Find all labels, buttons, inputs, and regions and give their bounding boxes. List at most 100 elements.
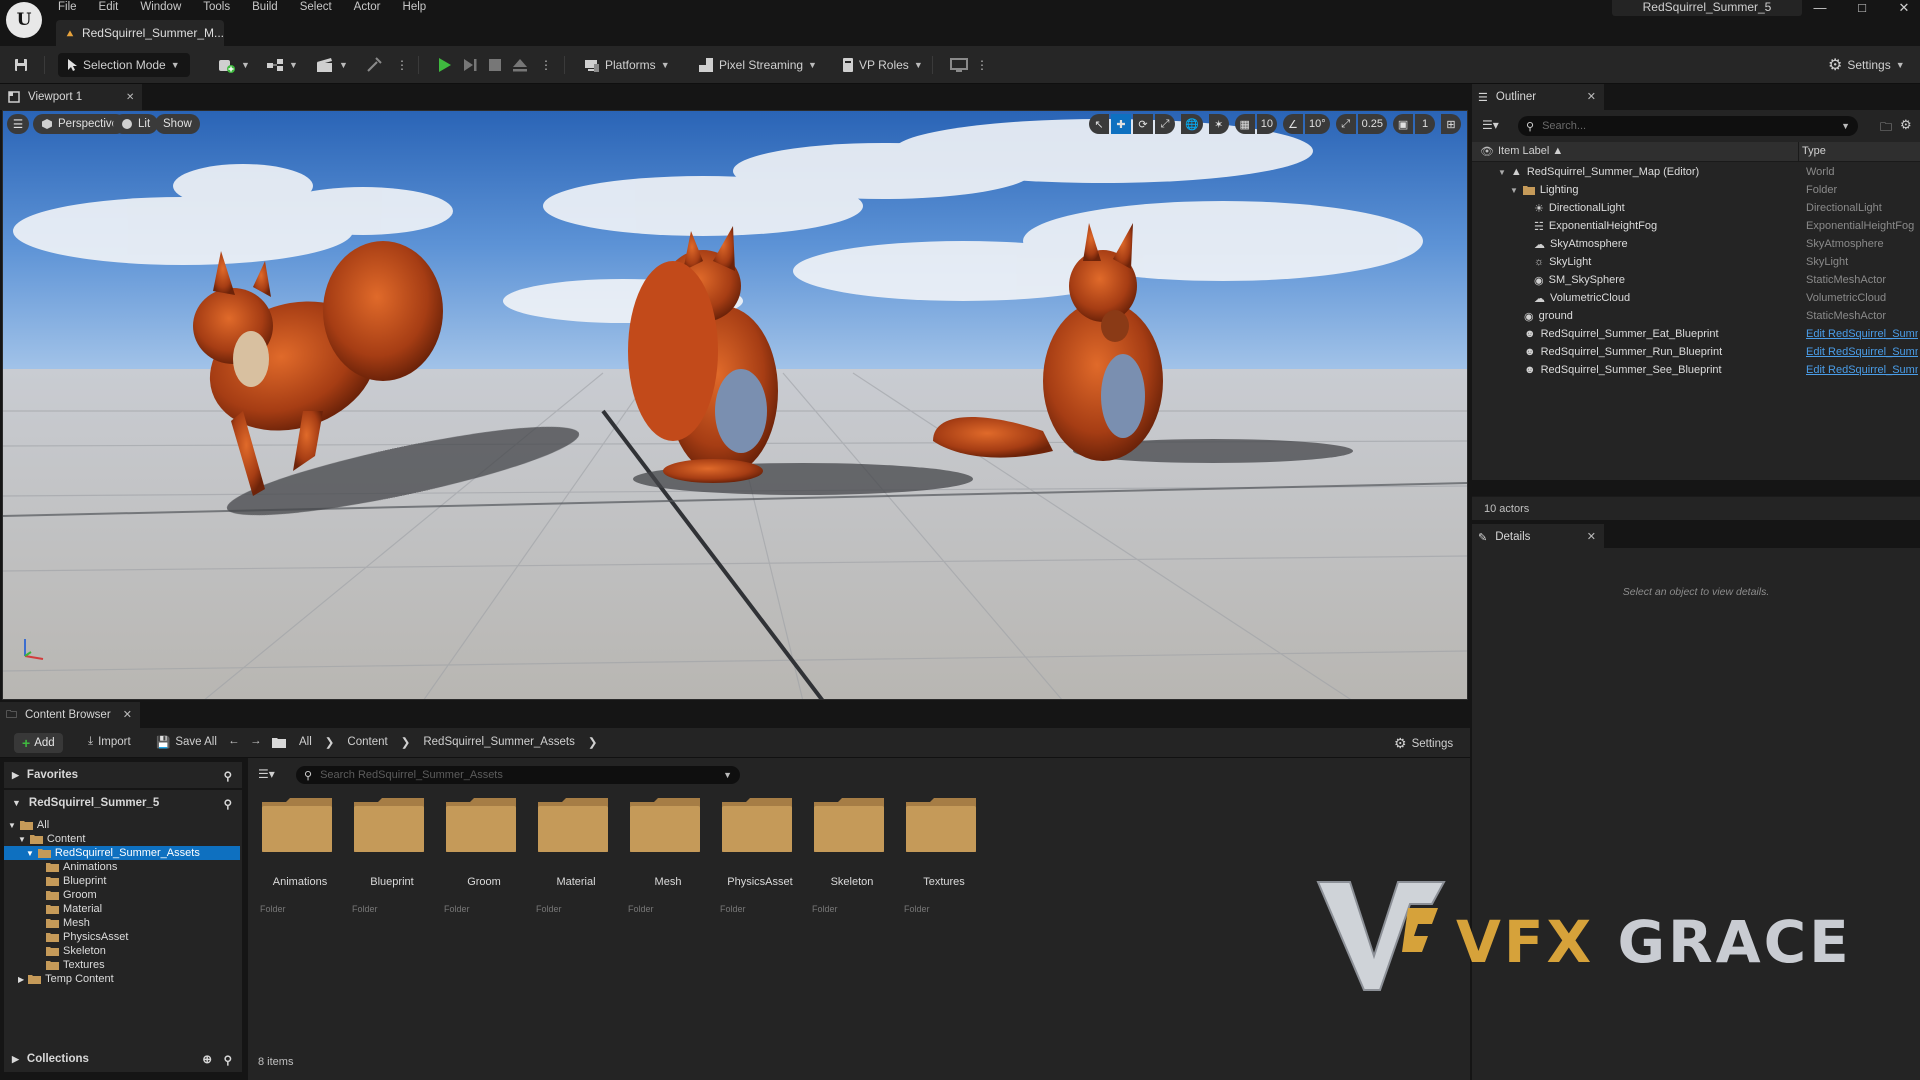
layout-icon[interactable]: ⊞ bbox=[1441, 114, 1462, 134]
tree-item-animations[interactable]: Animations bbox=[4, 860, 240, 874]
grid-snap-value[interactable]: 10 bbox=[1256, 114, 1277, 134]
pixel-streaming-dropdown[interactable]: Pixel Streaming ▼ bbox=[698, 53, 817, 77]
rotate-icon[interactable]: ⟳ bbox=[1133, 114, 1153, 134]
lit-button[interactable]: Lit bbox=[113, 114, 159, 134]
modeling-tools-button[interactable] bbox=[366, 53, 382, 77]
close-icon[interactable]: ✕ bbox=[123, 708, 132, 721]
search-icon[interactable]: ⚲ bbox=[224, 797, 232, 811]
favorites-section[interactable]: ▶ Favorites ⚲ bbox=[4, 762, 242, 788]
more-options-icon[interactable]: ⋮ bbox=[396, 53, 408, 77]
outliner-row[interactable]: ☁ VolumetricCloud VolumetricCloud bbox=[1472, 289, 1920, 307]
camera-speed-icon[interactable]: ▣ bbox=[1393, 114, 1414, 134]
folder-tile[interactable]: Groom Folder bbox=[444, 796, 524, 916]
outliner-tab[interactable]: ☰ Outliner ✕ bbox=[1472, 84, 1604, 110]
minimize-icon[interactable]: — bbox=[1812, 0, 1828, 16]
vp-roles-dropdown[interactable]: VP Roles ▼ bbox=[842, 53, 923, 77]
project-section[interactable]: ▼ RedSquirrel_Summer_5 ⚲ bbox=[4, 790, 242, 816]
tree-item-groom[interactable]: Groom bbox=[4, 888, 240, 902]
outliner-row[interactable]: ◉ ground StaticMeshActor bbox=[1472, 307, 1920, 325]
tree-item-mesh[interactable]: Mesh bbox=[4, 916, 240, 930]
outliner-row[interactable]: ▼ Lighting Folder bbox=[1472, 181, 1920, 199]
maximize-icon[interactable]: □ bbox=[1854, 0, 1870, 16]
translate-icon[interactable]: ✚ bbox=[1111, 114, 1131, 134]
tree-item-blueprint[interactable]: Blueprint bbox=[4, 874, 240, 888]
select-mode-icon[interactable]: ↖ bbox=[1089, 114, 1109, 134]
collections-section[interactable]: ▶ Collections ⊕ ⚲ bbox=[4, 1046, 242, 1072]
breadcrumb-content[interactable]: Content bbox=[347, 736, 387, 748]
tree-item-textures[interactable]: Textures bbox=[4, 958, 240, 972]
outliner-search-input[interactable]: ⚲ Search... ▼ bbox=[1518, 116, 1858, 136]
eject-button[interactable] bbox=[512, 53, 528, 77]
rotation-snap-value[interactable]: 10° bbox=[1304, 114, 1330, 134]
folder-tile[interactable]: Material Folder bbox=[536, 796, 616, 916]
save-all-button[interactable]: 💾 Save All bbox=[156, 735, 217, 749]
chevron-down-icon[interactable]: ▼ bbox=[1510, 186, 1518, 195]
type-column-header[interactable]: Type bbox=[1802, 145, 1826, 157]
folder-tile[interactable]: Mesh Folder bbox=[628, 796, 708, 916]
folder-tile[interactable]: PhysicsAsset Folder bbox=[720, 796, 800, 916]
close-icon[interactable]: ✕ bbox=[1896, 0, 1912, 16]
play-options-icon[interactable]: ⋮ bbox=[540, 53, 552, 77]
save-button[interactable] bbox=[13, 53, 29, 77]
tree-item-all[interactable]: ▼ All bbox=[4, 818, 240, 832]
menu-actor[interactable]: Actor bbox=[354, 1, 381, 13]
add-button[interactable]: + Add bbox=[14, 733, 63, 753]
chevron-down-icon[interactable]: ▼ bbox=[1498, 168, 1506, 177]
unreal-logo-icon[interactable]: U bbox=[6, 2, 42, 38]
outliner-row[interactable]: ☁ SkyAtmosphere SkyAtmosphere bbox=[1472, 235, 1920, 253]
scale-icon[interactable]: ⤢ bbox=[1155, 114, 1175, 134]
forward-button[interactable]: → bbox=[250, 735, 262, 747]
add-actor-button[interactable]: ▼ bbox=[218, 53, 250, 77]
menu-file[interactable]: File bbox=[58, 1, 77, 13]
scale-snap-value[interactable]: 0.25 bbox=[1357, 114, 1388, 134]
advance-frame-button[interactable] bbox=[462, 53, 478, 77]
blueprints-button[interactable]: ▼ bbox=[266, 53, 298, 77]
world-space-icon[interactable]: 🌐 bbox=[1181, 114, 1203, 134]
folder-tile[interactable]: Skeleton Folder bbox=[812, 796, 892, 916]
asset-search-input[interactable]: ⚲ Search RedSquirrel_Summer_Assets ▼ bbox=[296, 766, 740, 784]
virtual-production-button[interactable] bbox=[950, 53, 968, 77]
camera-speed-value[interactable]: 1 bbox=[1415, 114, 1436, 134]
filter-icon[interactable]: ☰▾ bbox=[258, 767, 275, 781]
play-button[interactable] bbox=[436, 53, 452, 77]
item-label-column-header[interactable]: Item Label ▲ bbox=[1498, 145, 1563, 157]
menu-select[interactable]: Select bbox=[300, 1, 332, 13]
level-tab[interactable]: RedSquirrel_Summer_M... bbox=[56, 20, 224, 46]
rotation-snap-icon[interactable]: ∠ bbox=[1282, 114, 1303, 134]
outliner-row[interactable]: ☀ DirectionalLight DirectionalLight bbox=[1472, 199, 1920, 217]
visibility-eye-icon[interactable]: 👁 bbox=[1480, 145, 1494, 158]
folder-tile[interactable]: Blueprint Folder bbox=[352, 796, 432, 916]
folder-tile[interactable]: Textures Folder bbox=[904, 796, 984, 916]
platforms-dropdown[interactable]: Platforms ▼ bbox=[584, 53, 670, 77]
outliner-row[interactable]: ☻ RedSquirrel_Summer_Run_Blueprint Edit R… bbox=[1472, 343, 1920, 361]
outliner-row[interactable]: ◉ SM_SkySphere StaticMeshActor bbox=[1472, 271, 1920, 289]
settings-dropdown[interactable]: ⚙ Settings ▼ bbox=[1828, 53, 1905, 77]
more-options-icon[interactable]: ⋮ bbox=[976, 53, 988, 77]
edit-blueprint-link[interactable]: Edit RedSquirrel_Summ bbox=[1806, 364, 1918, 376]
close-icon[interactable]: ✕ bbox=[126, 92, 134, 103]
gear-icon[interactable]: ⚙ bbox=[1900, 117, 1912, 133]
tree-item-content[interactable]: ▼ Content bbox=[4, 832, 240, 846]
viewport-menu-button[interactable]: ☰ bbox=[7, 114, 29, 134]
level-viewport[interactable]: ☰ Perspective Lit Show ↖ ✚ ⟳ ⤢ 🌐 ✶ ▦ 10 … bbox=[2, 110, 1468, 700]
edit-blueprint-link[interactable]: Edit RedSquirrel_Summ bbox=[1806, 328, 1918, 340]
selection-mode-dropdown[interactable]: Selection Mode ▼ bbox=[58, 53, 190, 77]
show-button[interactable]: Show bbox=[155, 114, 200, 134]
grid-snap-icon[interactable]: ▦ bbox=[1234, 114, 1255, 134]
surface-snap-icon[interactable]: ✶ bbox=[1208, 114, 1229, 134]
import-button[interactable]: ⤓ Import bbox=[88, 735, 131, 748]
menu-build[interactable]: Build bbox=[252, 1, 278, 13]
search-icon[interactable]: ⚲ bbox=[224, 1053, 232, 1067]
content-settings-button[interactable]: ⚙ Settings bbox=[1394, 735, 1453, 752]
add-collection-icon[interactable]: ⊕ bbox=[202, 1052, 212, 1066]
tree-item-material[interactable]: Material bbox=[4, 902, 240, 916]
details-tab[interactable]: ✎ Details ✕ bbox=[1472, 524, 1604, 550]
viewport-scene[interactable] bbox=[3, 111, 1468, 700]
tree-item-temp-content[interactable]: ▶ Temp Content bbox=[4, 972, 240, 986]
close-icon[interactable]: ✕ bbox=[1587, 90, 1596, 103]
filter-icon[interactable]: ☰▾ bbox=[1482, 118, 1499, 132]
content-browser-tab[interactable]: 🗀 Content Browser ✕ bbox=[0, 702, 140, 728]
new-folder-icon[interactable]: 🗀 bbox=[1880, 118, 1892, 139]
breadcrumb-assets[interactable]: RedSquirrel_Summer_Assets bbox=[423, 736, 574, 748]
cinematics-button[interactable]: ▼ bbox=[316, 53, 348, 77]
